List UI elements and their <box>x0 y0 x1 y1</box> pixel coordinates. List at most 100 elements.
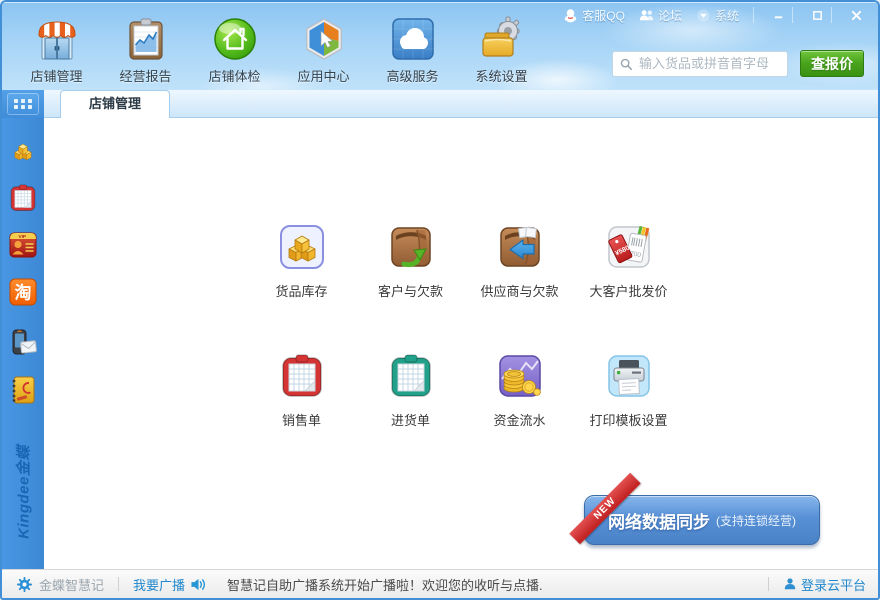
shortcut-label: 销售单 <box>281 413 321 428</box>
system-menu-button[interactable]: 系统 <box>696 7 739 24</box>
vip-card-icon[interactable] <box>8 230 38 260</box>
toolbar-item-app-center[interactable]: 应用中心 <box>279 15 368 85</box>
main-panel: 货品库存 客户与欠款 供应商与欠款 大客户批发价 销售单 进货单 资金流水 打印… <box>44 118 878 569</box>
sidebar-menu-button[interactable] <box>2 90 44 118</box>
minimize-button[interactable] <box>764 6 792 24</box>
close-button[interactable] <box>842 6 870 24</box>
report-icon <box>122 15 170 63</box>
broadcast-message: 智慧记自助广播系统开始广播啦！欢迎您的收听与点播. <box>227 577 543 593</box>
login-cloud-label: 登录云平台 <box>800 577 866 593</box>
shortcut-label: 货品库存 <box>275 284 328 299</box>
kingdee-gear-icon <box>16 576 33 593</box>
search-box <box>612 50 788 77</box>
purchase-order-icon <box>387 352 435 400</box>
statusbar-right: 登录云平台 <box>754 575 878 594</box>
kingdee-brand: Kingdee金蝶 <box>15 445 33 539</box>
titlebar-divider <box>831 7 832 23</box>
shortcut-grid: 货品库存 客户与欠款 供应商与欠款 大客户批发价 销售单 进货单 资金流水 打印… <box>247 223 683 429</box>
maximize-icon <box>812 10 823 21</box>
apps-grid-icon <box>7 93 39 115</box>
forum-button[interactable]: 论坛 <box>639 7 682 24</box>
shortcut-wholesale-price[interactable]: 大客户批发价 <box>574 223 683 300</box>
shortcut-label: 客户与欠款 <box>377 284 443 299</box>
shortcut-print-template[interactable]: 打印模板设置 <box>574 352 683 429</box>
statusbar-divider <box>118 577 120 591</box>
shortcut-cash-flow[interactable]: 资金流水 <box>465 352 574 429</box>
toolbar-item-system-settings[interactable]: 系统设置 <box>457 15 546 85</box>
titlebar: 客服QQ 论坛 系统 <box>563 6 870 24</box>
search-area: 查报价 <box>612 50 864 77</box>
chevron-down-icon <box>696 8 711 23</box>
network-sync-button[interactable]: NEW 网络数据同步 (支持连锁经营) <box>569 472 820 545</box>
sidebar: Kingdee金蝶 <box>2 118 44 569</box>
shortcut-sales-order[interactable]: 销售单 <box>247 352 356 429</box>
people-icon <box>639 8 654 23</box>
maximize-button[interactable] <box>803 6 831 24</box>
shortcut-label: 打印模板设置 <box>589 413 668 428</box>
broadcast-label: 我要广播 <box>133 577 186 593</box>
body: Kingdee金蝶 货品库存 客户与欠款 供应商与欠款 大客户批发价 销售单 进… <box>2 118 878 569</box>
supplier-debt-icon <box>496 223 544 271</box>
shortcut-label: 资金流水 <box>493 413 546 428</box>
tab-shop-manage[interactable]: 店铺管理 <box>60 90 171 118</box>
tab-bar: 店铺管理 <box>2 90 878 118</box>
cloud-service-icon <box>389 15 437 63</box>
toolbar-item-shop-checkup[interactable]: 店铺体检 <box>190 15 279 85</box>
qq-support-label: 客服QQ <box>582 8 625 23</box>
toolbar-label: 系统设置 <box>475 69 528 84</box>
notebook-icon[interactable] <box>8 375 38 405</box>
app-center-icon <box>300 15 348 63</box>
user-icon <box>783 577 797 591</box>
system-menu-label: 系统 <box>714 8 739 23</box>
sales-order-icon <box>278 352 326 400</box>
print-template-icon <box>605 352 653 400</box>
sales-doc-icon[interactable] <box>8 183 38 213</box>
toolbar-item-business-report[interactable]: 经营报告 <box>101 15 190 85</box>
qq-penguin-icon <box>563 8 578 23</box>
shortcut-label: 大客户批发价 <box>589 284 668 299</box>
statusbar-brand: 金蝶智慧记 <box>39 577 105 593</box>
shortcut-purchase-order[interactable]: 进货单 <box>356 352 465 429</box>
cash-flow-icon <box>496 352 544 400</box>
wholesale-price-icon <box>605 223 653 271</box>
check-price-button[interactable]: 查报价 <box>800 50 864 77</box>
sync-subtitle: (支持连锁经营) <box>716 513 796 528</box>
login-cloud-button[interactable]: 登录云平台 <box>783 575 866 594</box>
toolbar-item-shop-manage[interactable]: 店铺管理 <box>12 15 101 85</box>
toolbar-label: 经营报告 <box>119 69 172 84</box>
shortcut-label: 进货单 <box>390 413 430 428</box>
toolbar-label: 高级服务 <box>386 69 439 84</box>
system-settings-icon <box>478 15 526 63</box>
toolbar-label: 店铺管理 <box>30 69 83 84</box>
toolbar-item-premium-service[interactable]: 高级服务 <box>368 15 457 85</box>
shortcut-customer-debt[interactable]: 客户与欠款 <box>356 223 465 300</box>
minimize-icon <box>773 10 784 21</box>
customer-debt-icon <box>387 223 435 271</box>
app-window: 客服QQ 论坛 系统 店铺管理 经营报告 店铺体检 应用中心 高级服务 系统设置… <box>0 0 880 600</box>
mobile-message-icon[interactable] <box>8 328 38 358</box>
toolbar-label: 应用中心 <box>297 69 350 84</box>
speaker-icon <box>190 577 207 592</box>
forum-label: 论坛 <box>657 8 682 23</box>
toolbar-label: 店铺体检 <box>208 69 261 84</box>
health-check-icon <box>211 15 259 63</box>
search-icon <box>619 57 633 71</box>
taobao-icon[interactable] <box>8 277 38 307</box>
titlebar-divider <box>792 7 793 23</box>
inventory-cubes-icon[interactable] <box>8 136 38 166</box>
shortcut-stock[interactable]: 货品库存 <box>247 223 356 300</box>
shortcut-label: 供应商与欠款 <box>480 284 559 299</box>
main-toolbar: 店铺管理 经营报告 店铺体检 应用中心 高级服务 系统设置 <box>12 15 546 85</box>
close-icon <box>851 10 862 21</box>
qq-support-button[interactable]: 客服QQ <box>563 7 625 24</box>
broadcast-button[interactable]: 我要广播 <box>133 575 207 594</box>
shop-icon <box>33 15 81 63</box>
titlebar-divider <box>753 7 754 23</box>
statusbar-divider <box>767 577 769 591</box>
sync-title: 网络数据同步 <box>608 512 710 532</box>
status-bar: 金蝶智慧记 我要广播 智慧记自助广播系统开始广播啦！欢迎您的收听与点播. 登录云… <box>2 569 878 598</box>
header: 客服QQ 论坛 系统 店铺管理 经营报告 店铺体检 应用中心 高级服务 系统设置… <box>2 2 878 90</box>
search-input[interactable] <box>637 55 781 72</box>
tab-strip: 店铺管理 <box>44 90 878 118</box>
shortcut-supplier-debt[interactable]: 供应商与欠款 <box>465 223 574 300</box>
